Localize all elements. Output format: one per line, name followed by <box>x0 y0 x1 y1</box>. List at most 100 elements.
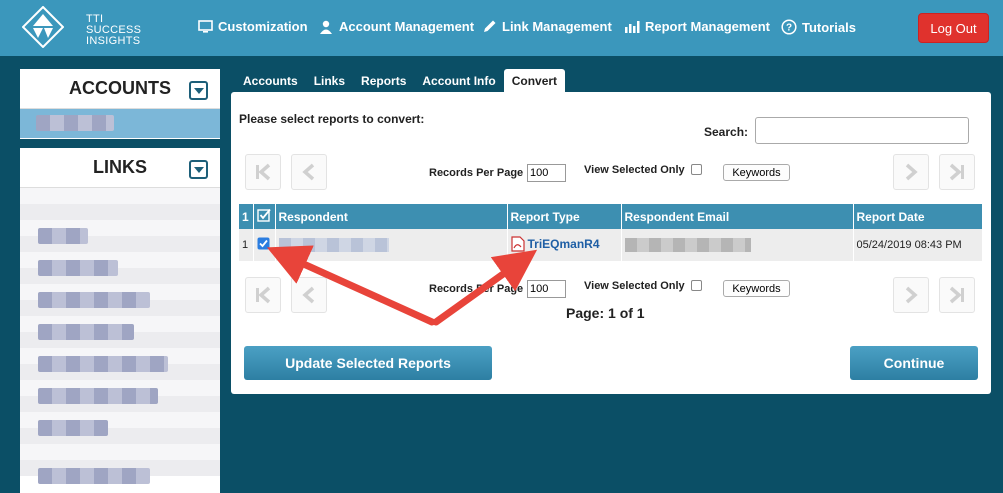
header-report-date: Report Date <box>853 204 983 229</box>
next-page-button-bottom[interactable] <box>893 277 929 313</box>
redacted-respondent-email <box>624 238 751 252</box>
keywords-button[interactable]: Keywords <box>723 164 790 181</box>
tab-bar: Accounts Links Reports Account Info Conv… <box>235 69 566 94</box>
header-select-all[interactable] <box>253 204 276 229</box>
logout-button[interactable]: Log Out <box>918 13 989 43</box>
continue-button[interactable]: Continue <box>850 346 978 380</box>
header-respondent-email: Respondent Email <box>621 204 854 229</box>
redacted-link-name <box>38 260 118 276</box>
redacted-respondent-name <box>278 238 389 252</box>
last-page-icon <box>949 163 964 181</box>
tab-account-info[interactable]: Account Info <box>414 69 503 94</box>
row-report-type: TriEQmanR4 <box>507 229 622 261</box>
first-page-button-bottom[interactable] <box>245 277 281 313</box>
page-info: Page: 1 of 1 <box>566 305 645 321</box>
monitor-icon <box>198 20 213 33</box>
tab-convert[interactable]: Convert <box>503 69 566 94</box>
nav-account-management[interactable]: Account Management <box>318 19 474 34</box>
redacted-link-name <box>38 420 108 436</box>
accounts-panel: ACCOUNTS <box>20 69 220 139</box>
row-respondent-email <box>621 229 854 261</box>
redacted-account-name <box>36 115 114 131</box>
update-selected-reports-button[interactable]: Update Selected Reports <box>244 346 492 380</box>
first-page-icon <box>256 163 271 181</box>
header-report-type: Report Type <box>507 204 622 229</box>
prev-page-button[interactable] <box>291 154 327 190</box>
links-toggle-button[interactable] <box>189 160 208 179</box>
header-respondent: Respondent <box>275 204 508 229</box>
users-icon <box>318 20 334 34</box>
list-item[interactable] <box>20 444 220 460</box>
pencil-icon <box>482 19 497 34</box>
nav-tutorials-label: Tutorials <box>802 19 856 35</box>
prev-page-button-bottom[interactable] <box>291 277 327 313</box>
first-page-icon <box>256 286 271 304</box>
row-select-checkbox[interactable] <box>257 237 270 250</box>
tab-reports[interactable]: Reports <box>353 69 414 94</box>
report-type-link[interactable]: TriEQmanR4 <box>510 235 600 252</box>
chevron-left-icon <box>302 163 315 181</box>
search-label: Search: <box>704 125 749 139</box>
brand-line-3: INSIGHTS <box>86 35 141 47</box>
svg-text:?: ? <box>786 23 792 34</box>
nav-report-management[interactable]: Report Management <box>624 19 770 34</box>
redacted-link-name <box>38 356 168 372</box>
nav-customization-label: Customization <box>218 19 308 34</box>
tab-accounts[interactable]: Accounts <box>235 69 306 94</box>
list-item[interactable] <box>20 204 220 220</box>
view-selected-only-label-bottom: View Selected Only <box>584 280 685 292</box>
records-per-page-input-bottom[interactable]: 100 <box>527 280 566 298</box>
redacted-link-name <box>38 228 88 244</box>
brand-name: TTI SUCCESS INSIGHTS <box>86 14 141 47</box>
brand-logo[interactable]: TTI SUCCESS INSIGHTS <box>21 5 142 50</box>
accounts-title: ACCOUNTS <box>69 78 171 98</box>
table-header-row: 1 Respondent Report Type Respondent Emai… <box>239 204 983 229</box>
nav-link-management-label: Link Management <box>502 19 612 34</box>
nav-tutorials[interactable]: ? Tutorials <box>781 19 856 35</box>
next-page-button[interactable] <box>893 154 929 190</box>
pdf-file-icon <box>510 235 525 252</box>
convert-panel: Please select reports to convert: Search… <box>231 92 991 394</box>
accounts-toggle-button[interactable] <box>189 81 208 100</box>
list-item[interactable] <box>20 188 220 204</box>
help-circle-icon: ? <box>781 19 797 35</box>
redacted-link-name <box>38 388 158 404</box>
redacted-link-name <box>38 468 150 484</box>
check-square-icon <box>256 208 271 222</box>
chevron-down-icon <box>193 166 204 173</box>
instruction-text: Please select reports to convert: <box>239 112 425 126</box>
nav-report-management-label: Report Management <box>645 19 770 34</box>
logo-diamond-icon <box>21 5 65 49</box>
chevron-down-icon <box>193 87 204 94</box>
keywords-button-bottom[interactable]: Keywords <box>723 280 790 297</box>
view-selected-only-checkbox-bottom[interactable] <box>691 280 702 291</box>
records-per-page-label: Records Per Page <box>429 167 524 179</box>
report-type-label: TriEQmanR4 <box>527 236 600 251</box>
links-list <box>20 188 220 493</box>
records-per-page-input[interactable]: 100 <box>527 164 566 182</box>
accounts-panel-header: ACCOUNTS <box>20 69 220 109</box>
nav-link-management[interactable]: Link Management <box>482 19 612 34</box>
chevron-right-icon <box>905 286 918 304</box>
view-selected-only-label: View Selected Only <box>584 164 685 176</box>
top-bar: TTI SUCCESS INSIGHTS Customization Accou… <box>0 0 1003 56</box>
row-report-date: 05/24/2019 08:43 PM <box>853 229 983 261</box>
last-page-button[interactable] <box>939 154 975 190</box>
account-item-selected[interactable] <box>20 109 220 138</box>
first-page-button[interactable] <box>245 154 281 190</box>
last-page-button-bottom[interactable] <box>939 277 975 313</box>
search-input[interactable] <box>755 117 969 144</box>
row-respondent <box>275 229 508 261</box>
row-select-cell <box>253 229 276 261</box>
redacted-link-name <box>38 292 150 308</box>
redacted-link-name <box>38 324 134 340</box>
row-num: 1 <box>239 229 254 261</box>
header-num: 1 <box>239 204 254 229</box>
tab-links[interactable]: Links <box>306 69 353 94</box>
nav-customization[interactable]: Customization <box>198 19 308 34</box>
reports-table: 1 Respondent Report Type Respondent Emai… <box>239 204 983 261</box>
records-per-page-label-bottom: Records Per Page <box>429 283 524 295</box>
links-title: LINKS <box>93 157 147 177</box>
bar-chart-icon <box>624 20 640 33</box>
view-selected-only-checkbox[interactable] <box>691 164 702 175</box>
